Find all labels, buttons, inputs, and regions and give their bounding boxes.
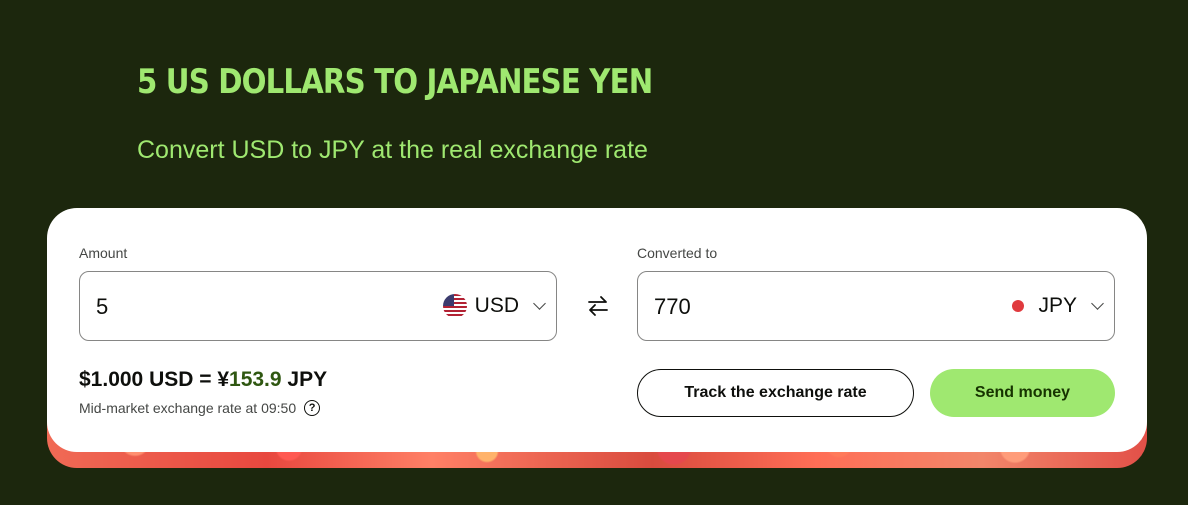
converted-field[interactable]: 770 JPY (637, 271, 1115, 341)
page-title: 5 US DOLLARS TO JAPANESE YEN (137, 62, 653, 102)
jp-flag-icon (1012, 300, 1025, 312)
amount-label: Amount (79, 245, 128, 261)
amount-field[interactable]: 5 USD (79, 271, 557, 341)
exchange-rate-text: $1.000 USD = ¥153.9 JPY (79, 368, 327, 392)
track-rate-button[interactable]: Track the exchange rate (637, 369, 914, 417)
converter-card: Amount 5 USD Converted to 770 JPY $1.000… (47, 208, 1147, 452)
from-currency-select[interactable]: USD (442, 294, 546, 318)
amount-value[interactable]: 5 (96, 294, 108, 320)
converted-label: Converted to (637, 245, 718, 261)
mid-market-text: Mid-market exchange rate at 09:50 (79, 400, 297, 416)
chevron-down-icon (1091, 296, 1104, 310)
converted-value[interactable]: 770 (654, 294, 691, 320)
chevron-down-icon (533, 296, 546, 310)
from-currency-code: USD (474, 294, 519, 317)
to-currency-select[interactable]: JPY (1012, 294, 1104, 318)
to-currency-code: JPY (1038, 294, 1077, 317)
rate-base: $1.000 USD = ¥ (79, 368, 230, 391)
mid-market-note: Mid-market exchange rate at 09:50 ? (79, 400, 321, 416)
rate-value: 153.9 (229, 368, 282, 391)
us-flag-icon (442, 294, 467, 318)
page-subtitle: Convert USD to JPY at the real exchange … (137, 136, 648, 164)
rate-quote: JPY (281, 368, 328, 391)
help-icon[interactable]: ? (304, 400, 321, 416)
swap-arrows-icon[interactable] (585, 293, 611, 319)
send-money-button[interactable]: Send money (930, 369, 1115, 417)
